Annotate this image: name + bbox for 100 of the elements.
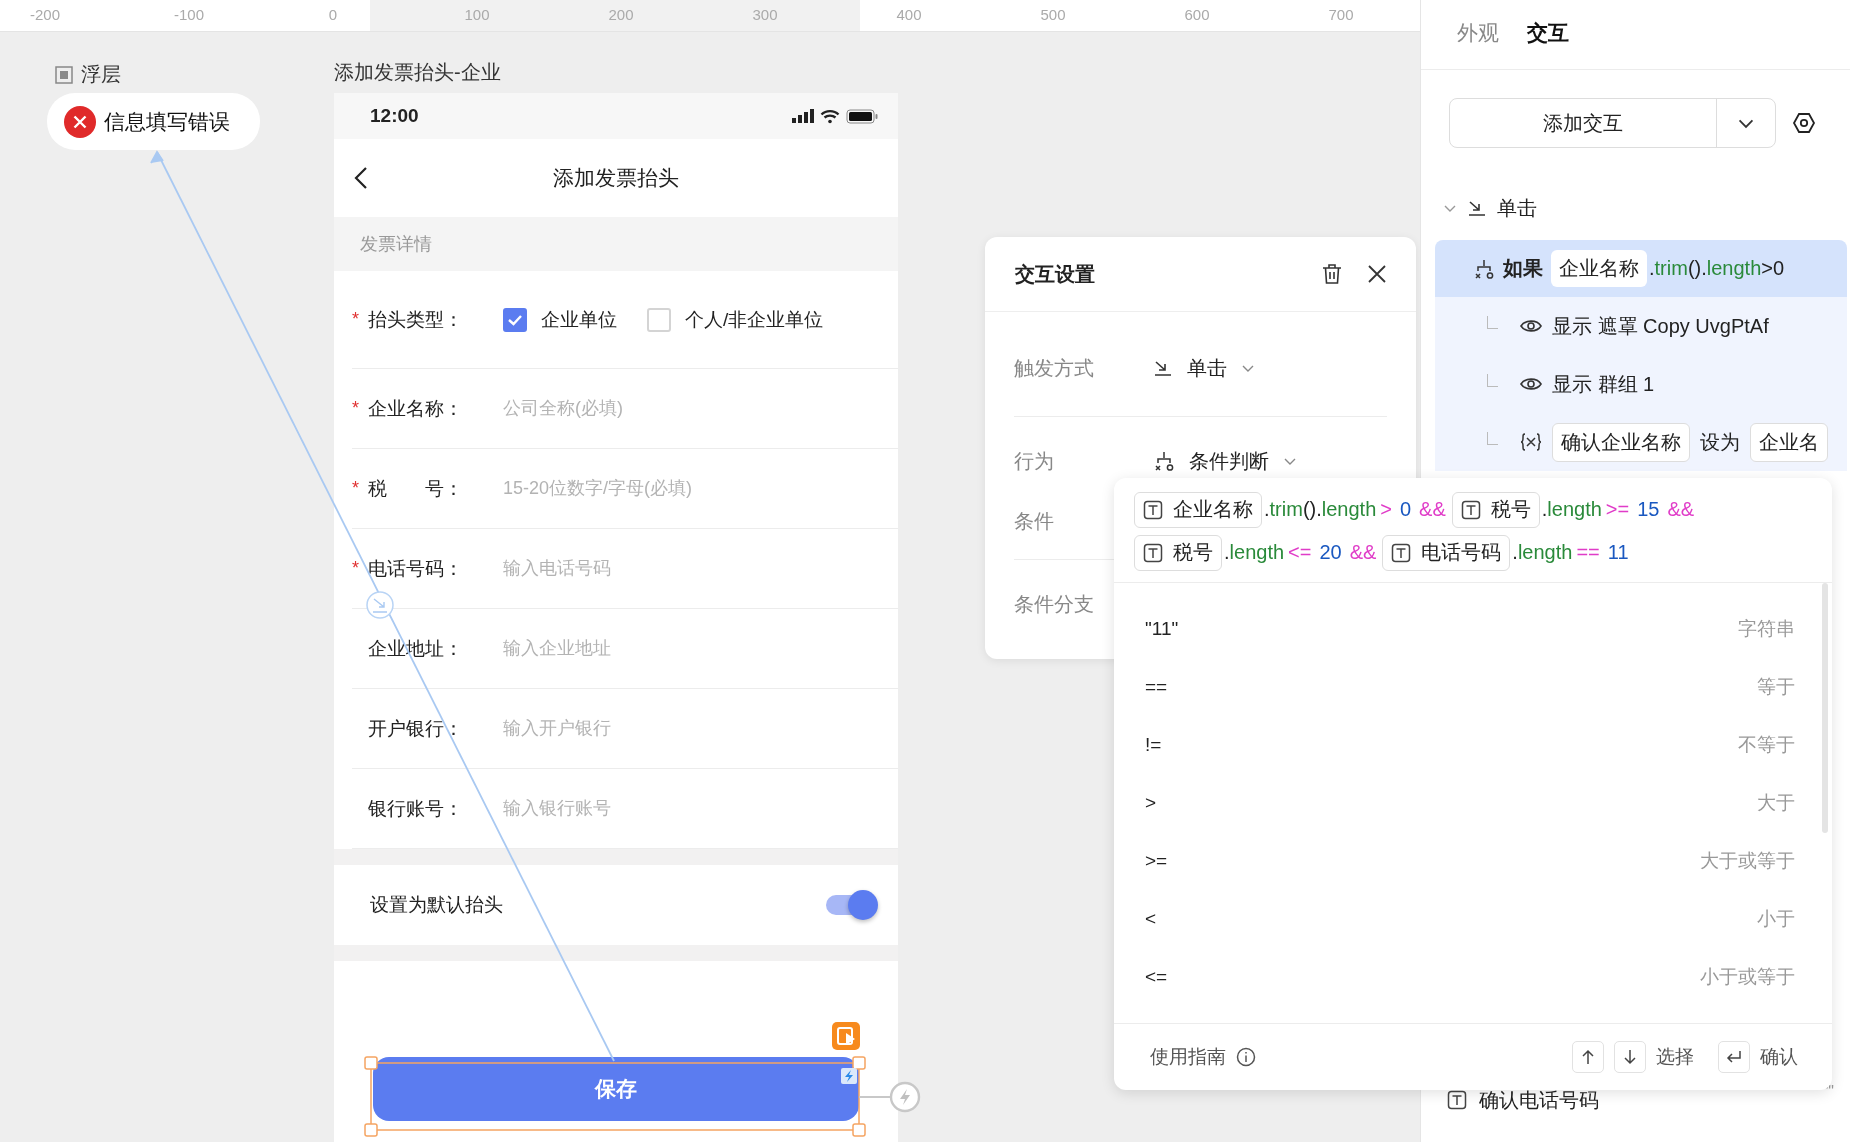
action-row[interactable]: 显示 遮罩 Copy UvgPtAf [1435,297,1847,355]
layer-label: 浮层 [81,62,121,87]
action-text: 设为 [1700,429,1740,455]
input-field[interactable]: 输入开户银行 [503,714,880,743]
shortcut-hint: 确认 [1760,1045,1798,1069]
variable-tag[interactable]: 电话号码 [1382,534,1511,571]
interaction-badge-icon [832,1022,860,1050]
operator-value: >= [1145,850,1168,872]
required-mark: * [352,558,359,578]
field-label: 抬头类型： [368,307,464,332]
wifi-icon [820,108,840,124]
delete-icon[interactable] [1322,263,1342,285]
action-select[interactable]: 条件判断 [1153,447,1297,475]
operator-option[interactable]: <= 小于或等于 [1114,948,1832,1006]
action-row[interactable]: 确认企业名称 设为 企业名 [1435,413,1847,471]
code-token: . [1264,498,1270,521]
toggle-label: 设置为默认抬头 [370,893,503,917]
operator-description: 大于 [1757,791,1795,815]
toggle-switch[interactable] [826,890,878,920]
checkbox-label: 个人/非企业单位 [685,307,824,332]
text-icon [1447,1090,1467,1110]
code-token: >= [1605,498,1630,521]
variable-tag[interactable]: 确认企业名称 [1552,422,1690,462]
add-interaction-button[interactable]: 添加交互 [1449,98,1776,148]
arrow-down-icon [1623,1049,1637,1065]
input-field[interactable]: 公司全称(必填) [503,394,880,423]
variable-tag[interactable]: 企业名 [1750,422,1828,462]
code-token: (). [1302,498,1322,521]
info-icon [1236,1047,1256,1067]
operator-description: 小于 [1757,907,1795,931]
ruler-label: 400 [896,6,922,23]
input-field[interactable]: 输入电话号码 [503,554,880,583]
code-token: length [1229,541,1285,564]
code-token: length [1321,498,1377,521]
back-icon[interactable] [354,166,368,190]
battery-icon [846,108,878,124]
setting-label: 条件 [1014,508,1055,534]
section-header: 发票详情 [334,217,898,271]
code-token: && [1419,498,1446,521]
setting-label: 触发方式 [1014,355,1095,381]
checkmark-icon [507,313,523,326]
click-trigger-icon [1153,358,1173,378]
required-mark: * [352,398,359,418]
operator-option[interactable]: >= 大于或等于 [1114,832,1832,890]
operator-option[interactable]: == 等于 [1114,658,1832,716]
ruler-label: 500 [1040,6,1066,23]
action-row[interactable]: 显示 群组 1 [1435,355,1847,413]
setting-label: 条件分支 [1014,591,1095,617]
branch-icon [1153,450,1175,472]
code-token: . [1512,541,1518,564]
variable-tag[interactable]: 企业名称 [1134,491,1262,528]
input-field[interactable]: 输入银行账号 [503,794,880,823]
operator-option[interactable]: "11" 字符串 [1114,600,1832,658]
ruler-label: -100 [174,6,204,23]
code-token: >0 [1761,257,1785,279]
operator-description: 小于或等于 [1700,965,1795,989]
operator-option[interactable]: < 小于 [1114,890,1832,948]
code-token: length [1517,541,1573,564]
save-button[interactable]: 保存 [373,1057,859,1121]
tab[interactable]: 交互 [1527,18,1569,51]
status-time: 12:00 [370,105,420,127]
artboard-title: 添加发票抬头-企业 [334,60,501,85]
checkbox[interactable] [503,307,527,332]
close-icon[interactable] [1368,265,1386,283]
code-token: trim [1269,498,1303,521]
field-label: 开户银行： [368,716,464,741]
field-label: 银行账号： [368,796,464,821]
text-icon [1143,499,1163,520]
settings-icon[interactable] [1792,111,1816,135]
trigger-label: 单击 [1497,195,1537,221]
branch-icon [1473,257,1495,280]
setting-label: 行为 [1014,448,1055,474]
checkbox-label: 企业单位 [541,307,617,332]
code-token: . [1541,498,1548,521]
input-field[interactable]: 输入企业地址 [503,634,880,663]
variable-tag[interactable]: 企业名称 [1551,250,1647,287]
field-label: 企业地址： [368,636,464,661]
code-token: . [1649,257,1655,279]
operator-option[interactable]: > 大于 [1114,774,1832,832]
tab[interactable]: 外观 [1457,18,1499,51]
click-trigger-icon [366,591,394,619]
click-trigger-icon [1467,198,1487,218]
code-token: == [1576,541,1600,564]
condition-row[interactable]: 如果 企业名称 .trim().length>0 [1435,240,1847,297]
code-token: > [1380,498,1392,521]
action-text: 显示 遮罩 Copy UvgPtAf [1552,313,1769,339]
variable-tag[interactable]: 税号 [1451,491,1540,528]
trigger-select[interactable]: 单击 [1153,354,1255,382]
operator-value: <= [1145,966,1168,988]
enter-icon [1726,1050,1742,1064]
variable-name: 确认电话号码 [1479,1087,1600,1113]
guide-link[interactable]: 使用指南 [1150,1044,1226,1070]
ruler-label: -200 [30,6,60,23]
text-icon [1460,499,1481,520]
scrollbar[interactable] [1822,583,1828,833]
operator-option[interactable]: != 不等于 [1114,716,1832,774]
eye-icon [1520,376,1542,392]
code-token: 11 [1607,541,1629,564]
variable-tag[interactable]: 税号 [1134,534,1222,571]
input-field[interactable]: 15-20位数字/字母(必填) [503,474,880,503]
